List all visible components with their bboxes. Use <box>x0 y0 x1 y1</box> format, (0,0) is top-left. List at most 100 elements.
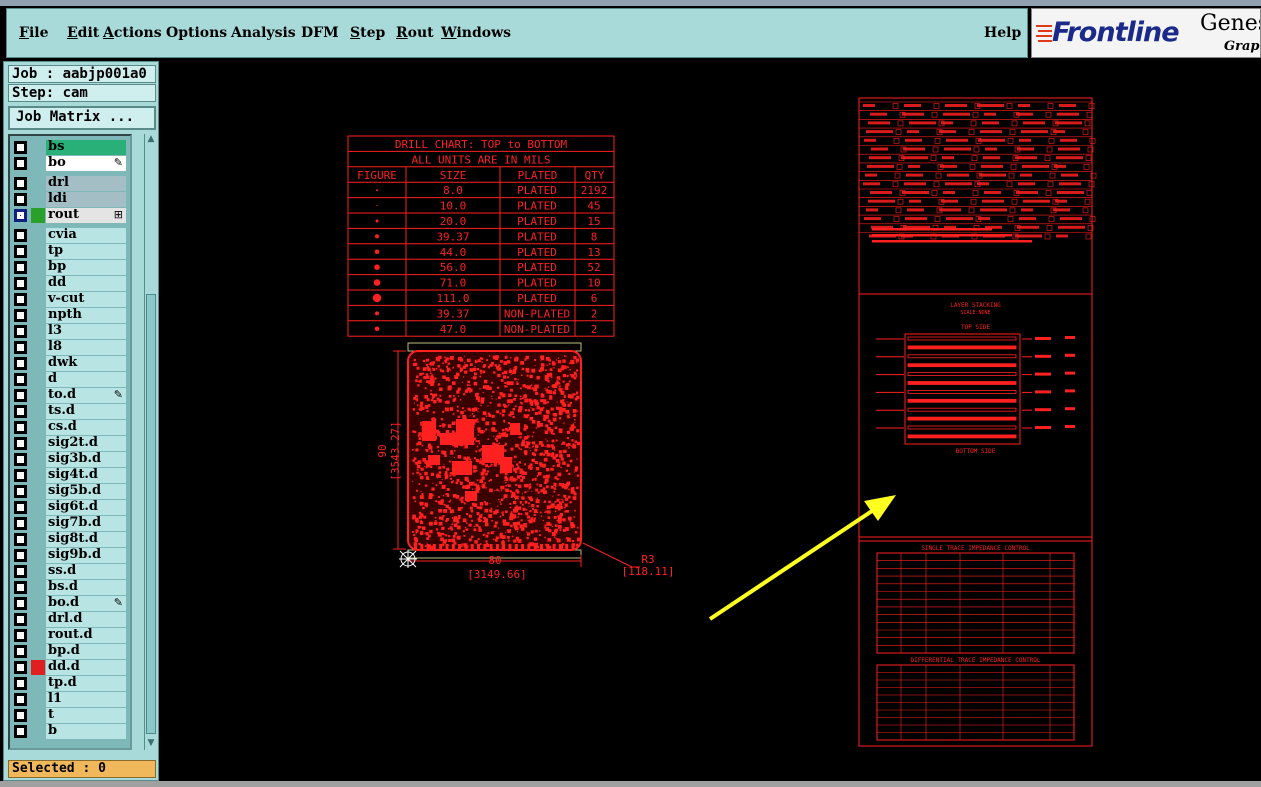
menu-file[interactable]: File <box>19 25 49 41</box>
menu-actions[interactable]: Actions <box>103 25 162 41</box>
layer-name[interactable]: bo.d ✎ <box>46 596 126 611</box>
layer-name[interactable]: npth <box>46 308 126 323</box>
layer-row-l3[interactable]: l3 <box>12 324 130 339</box>
layer-row-dd-d[interactable]: dd.d <box>12 660 130 675</box>
layer-row-bp-d[interactable]: bp.d <box>12 644 130 659</box>
layer-row-bs-d[interactable]: bs.d <box>12 580 130 595</box>
layer-checkbox[interactable] <box>14 725 27 738</box>
layer-checkbox[interactable] <box>14 209 27 222</box>
layer-name[interactable]: bp.d <box>46 644 126 659</box>
layer-row-sig4t-d[interactable]: sig4t.d <box>12 468 130 483</box>
layer-name[interactable]: sig4t.d <box>46 468 126 483</box>
layer-row-sig5b-d[interactable]: sig5b.d <box>12 484 130 499</box>
layer-checkbox[interactable] <box>14 453 27 466</box>
layer-row-l1[interactable]: l1 <box>12 692 130 707</box>
layer-checkbox[interactable] <box>14 325 27 338</box>
layer-checkbox[interactable] <box>14 277 27 290</box>
layer-checkbox[interactable] <box>14 581 27 594</box>
layer-row-t[interactable]: t <box>12 708 130 723</box>
layer-row-drl[interactable]: drl <box>12 176 130 191</box>
menu-analysis[interactable]: Analysis <box>231 25 296 41</box>
layer-checkbox[interactable] <box>14 261 27 274</box>
layer-row-bo-d[interactable]: bo.d ✎ <box>12 596 130 611</box>
layer-name[interactable]: dd <box>46 276 126 291</box>
layer-name[interactable]: l8 <box>46 340 126 355</box>
layer-checkbox[interactable] <box>14 421 27 434</box>
layer-row-sig9b-d[interactable]: sig9b.d <box>12 548 130 563</box>
layer-row-tp-d[interactable]: tp.d <box>12 676 130 691</box>
layer-checkbox[interactable] <box>14 157 27 170</box>
layer-row-bo[interactable]: bo ✎ <box>12 156 130 171</box>
layer-name[interactable]: b <box>46 724 126 739</box>
layer-checkbox[interactable] <box>14 177 27 190</box>
layer-name[interactable]: cs.d <box>46 420 126 435</box>
layer-name[interactable]: rout.d <box>46 628 126 643</box>
layer-checkbox[interactable] <box>14 437 27 450</box>
layer-name[interactable]: tp <box>46 244 126 259</box>
layer-checkbox[interactable] <box>14 629 27 642</box>
layer-row-dd[interactable]: dd <box>12 276 130 291</box>
layer-row-ldi[interactable]: ldi <box>12 192 130 207</box>
layer-row-sig8t-d[interactable]: sig8t.d <box>12 532 130 547</box>
layer-checkbox[interactable] <box>14 405 27 418</box>
layer-name[interactable]: dwk <box>46 356 126 371</box>
layer-row-l8[interactable]: l8 <box>12 340 130 355</box>
layer-checkbox[interactable] <box>14 309 27 322</box>
menu-help[interactable]: Help <box>984 25 1021 41</box>
layer-name[interactable]: bs.d <box>46 580 126 595</box>
layer-checkbox[interactable] <box>14 469 27 482</box>
menu-dfm[interactable]: DFM <box>301 25 339 41</box>
layer-checkbox[interactable] <box>14 517 27 530</box>
layer-name[interactable]: drl.d <box>46 612 126 627</box>
layer-row-b[interactable]: b <box>12 724 130 739</box>
layer-checkbox[interactable] <box>14 533 27 546</box>
job-matrix-button[interactable]: Job Matrix ... <box>8 106 156 130</box>
menu-edit[interactable]: Edit <box>67 25 99 41</box>
layer-checkbox[interactable] <box>14 357 27 370</box>
layer-checkbox[interactable] <box>14 645 27 658</box>
scroll-up-icon[interactable]: ▲ <box>145 134 157 146</box>
scroll-down-icon[interactable]: ▼ <box>145 738 157 750</box>
menu-step[interactable]: Step <box>350 25 385 41</box>
layer-row-ts-d[interactable]: ts.d <box>12 404 130 419</box>
layer-name[interactable]: drl <box>46 176 126 191</box>
layer-checkbox[interactable] <box>14 245 27 258</box>
layer-name[interactable]: bs <box>46 140 126 155</box>
layer-checkbox[interactable] <box>14 661 27 674</box>
layer-name[interactable]: v-cut <box>46 292 126 307</box>
layer-checkbox[interactable] <box>14 501 27 514</box>
layer-row-v-cut[interactable]: v-cut <box>12 292 130 307</box>
layer-checkbox[interactable] <box>14 341 27 354</box>
layer-checkbox[interactable] <box>14 485 27 498</box>
layer-row-rout[interactable]: rout ⊞ <box>12 208 130 223</box>
layer-name[interactable]: l1 <box>46 692 126 707</box>
layer-checkbox[interactable] <box>14 549 27 562</box>
layer-name[interactable]: sig9b.d <box>46 548 126 563</box>
layer-name[interactable]: to.d ✎ <box>46 388 126 403</box>
layer-checkbox[interactable] <box>14 373 27 386</box>
layer-row-d[interactable]: d <box>12 372 130 387</box>
layer-name[interactable]: sig2t.d <box>46 436 126 451</box>
layer-checkbox[interactable] <box>14 565 27 578</box>
layer-checkbox[interactable] <box>14 141 27 154</box>
layer-checkbox[interactable] <box>14 709 27 722</box>
layer-name[interactable]: t <box>46 708 126 723</box>
layer-row-cvia[interactable]: cvia <box>12 228 130 243</box>
layer-row-npth[interactable]: npth <box>12 308 130 323</box>
menu-rout[interactable]: Rout <box>396 25 434 41</box>
layer-checkbox[interactable] <box>14 229 27 242</box>
pcb-board[interactable]: 90 [3543.27]80[3149.66]R3[118.11] <box>376 342 674 581</box>
layer-name[interactable]: sig8t.d <box>46 532 126 547</box>
scroll-thumb[interactable] <box>146 294 156 734</box>
layer-name[interactable]: sig5b.d <box>46 484 126 499</box>
layer-name[interactable]: sig6t.d <box>46 500 126 515</box>
layer-name[interactable]: tp.d <box>46 676 126 691</box>
layer-name[interactable]: sig3b.d <box>46 452 126 467</box>
layer-name[interactable]: rout ⊞ <box>46 208 126 223</box>
layer-name[interactable]: l3 <box>46 324 126 339</box>
layer-name[interactable]: cvia <box>46 228 126 243</box>
menu-windows[interactable]: Windows <box>441 25 511 41</box>
layer-checkbox[interactable] <box>14 293 27 306</box>
layer-checkbox[interactable] <box>14 389 27 402</box>
layer-checkbox[interactable] <box>14 193 27 206</box>
